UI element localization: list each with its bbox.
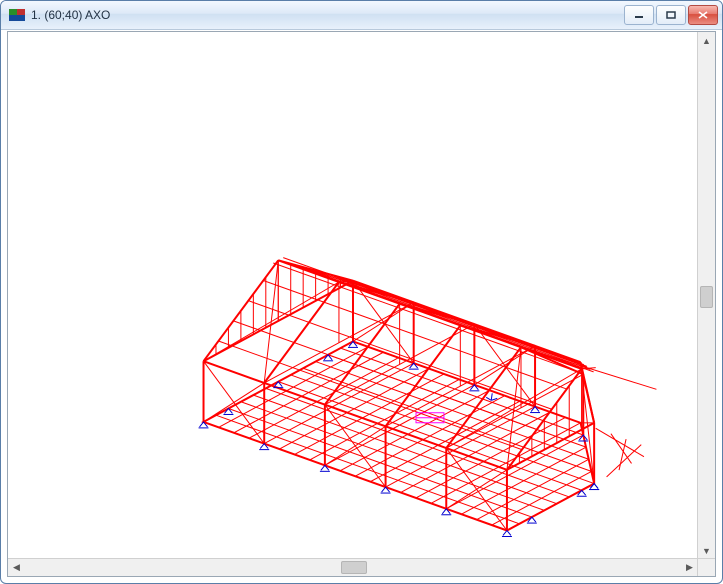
close-icon xyxy=(698,11,708,19)
model-viewport[interactable] xyxy=(8,32,698,559)
titlebar[interactable]: 1. (60;40) AXO xyxy=(1,1,722,30)
vertical-scroll-thumb[interactable] xyxy=(700,286,713,308)
app-window: 1. (60;40) AXO ▲ ▼ ◀ xyxy=(0,0,723,584)
minimize-button[interactable] xyxy=(624,5,654,25)
close-button[interactable] xyxy=(688,5,718,25)
scrollbar-corner xyxy=(697,558,715,576)
app-icon xyxy=(9,7,25,23)
minimize-icon xyxy=(634,11,644,19)
scroll-up-arrow-icon[interactable]: ▲ xyxy=(698,32,715,49)
horizontal-scrollbar[interactable]: ◀ ▶ xyxy=(8,558,698,576)
window-title: 1. (60;40) AXO xyxy=(31,8,622,22)
maximize-icon xyxy=(666,11,676,19)
horizontal-scroll-thumb[interactable] xyxy=(341,561,367,574)
maximize-button[interactable] xyxy=(656,5,686,25)
scroll-down-arrow-icon[interactable]: ▼ xyxy=(698,542,715,559)
scroll-right-arrow-icon[interactable]: ▶ xyxy=(681,559,698,576)
wireframe-scene xyxy=(8,32,698,559)
client-area: ▲ ▼ ◀ ▶ xyxy=(7,31,716,577)
scroll-left-arrow-icon[interactable]: ◀ xyxy=(8,559,25,576)
window-controls xyxy=(622,5,718,25)
vertical-scrollbar[interactable]: ▲ ▼ xyxy=(697,32,715,559)
